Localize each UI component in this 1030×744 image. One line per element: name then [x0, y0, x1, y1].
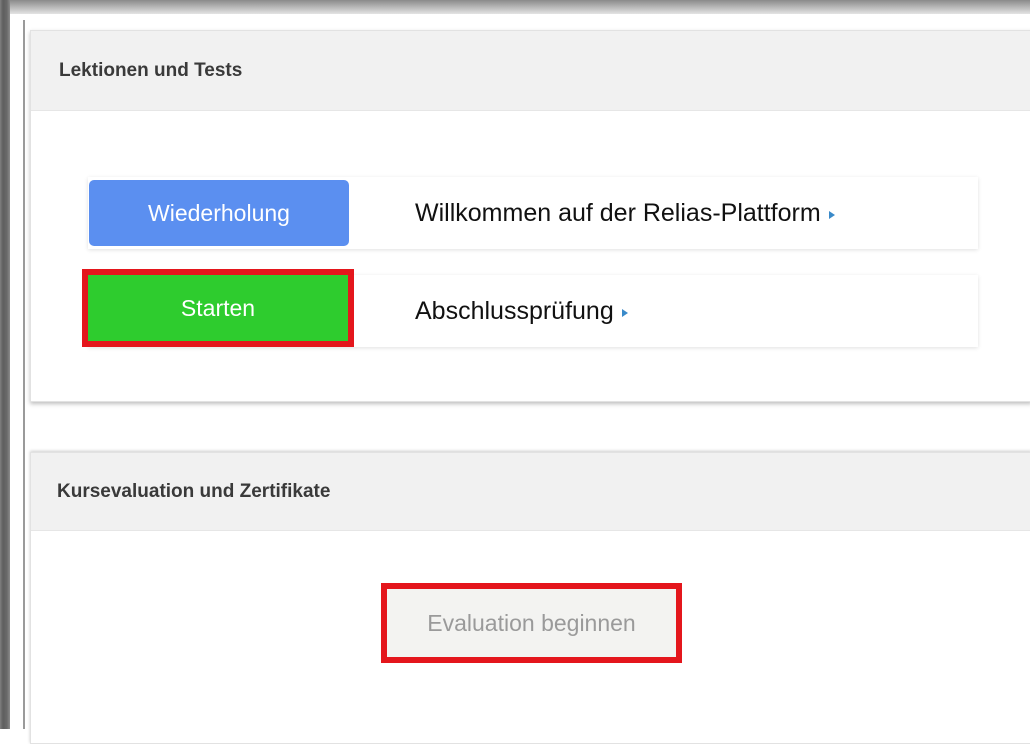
evaluation-panel-title: Kursevaluation und Zertifikate [31, 453, 1030, 531]
lesson-link-welcome[interactable]: Willkommen auf der Relias-Plattform [415, 177, 835, 249]
lesson-link-final-exam[interactable]: Abschlussprüfung [415, 275, 628, 347]
lesson-link-label: Abschlussprüfung [415, 296, 614, 325]
arrow-right-icon [828, 211, 835, 219]
begin-evaluation-button[interactable]: Evaluation beginnen [381, 583, 682, 663]
page-gutter-rule [23, 20, 25, 729]
lesson-row-welcome: Wiederholung Willkommen auf der Relias-P… [88, 177, 978, 249]
evaluation-panel: Kursevaluation und Zertifikate Evaluatio… [30, 452, 1030, 744]
lesson-row-final-exam: Starten Abschlussprüfung [82, 269, 978, 347]
review-button[interactable]: Wiederholung [89, 180, 349, 246]
lesson-link-label: Willkommen auf der Relias-Plattform [415, 198, 821, 227]
lessons-panel: Lektionen und Tests Wiederholung Willkom… [30, 30, 1030, 402]
start-button[interactable]: Starten [82, 269, 354, 347]
lessons-panel-title: Lektionen und Tests [31, 31, 1030, 111]
window-frame-top [0, 0, 1030, 14]
arrow-right-icon [621, 309, 628, 317]
window-frame-left [0, 0, 10, 729]
page-gutter [10, 14, 24, 729]
